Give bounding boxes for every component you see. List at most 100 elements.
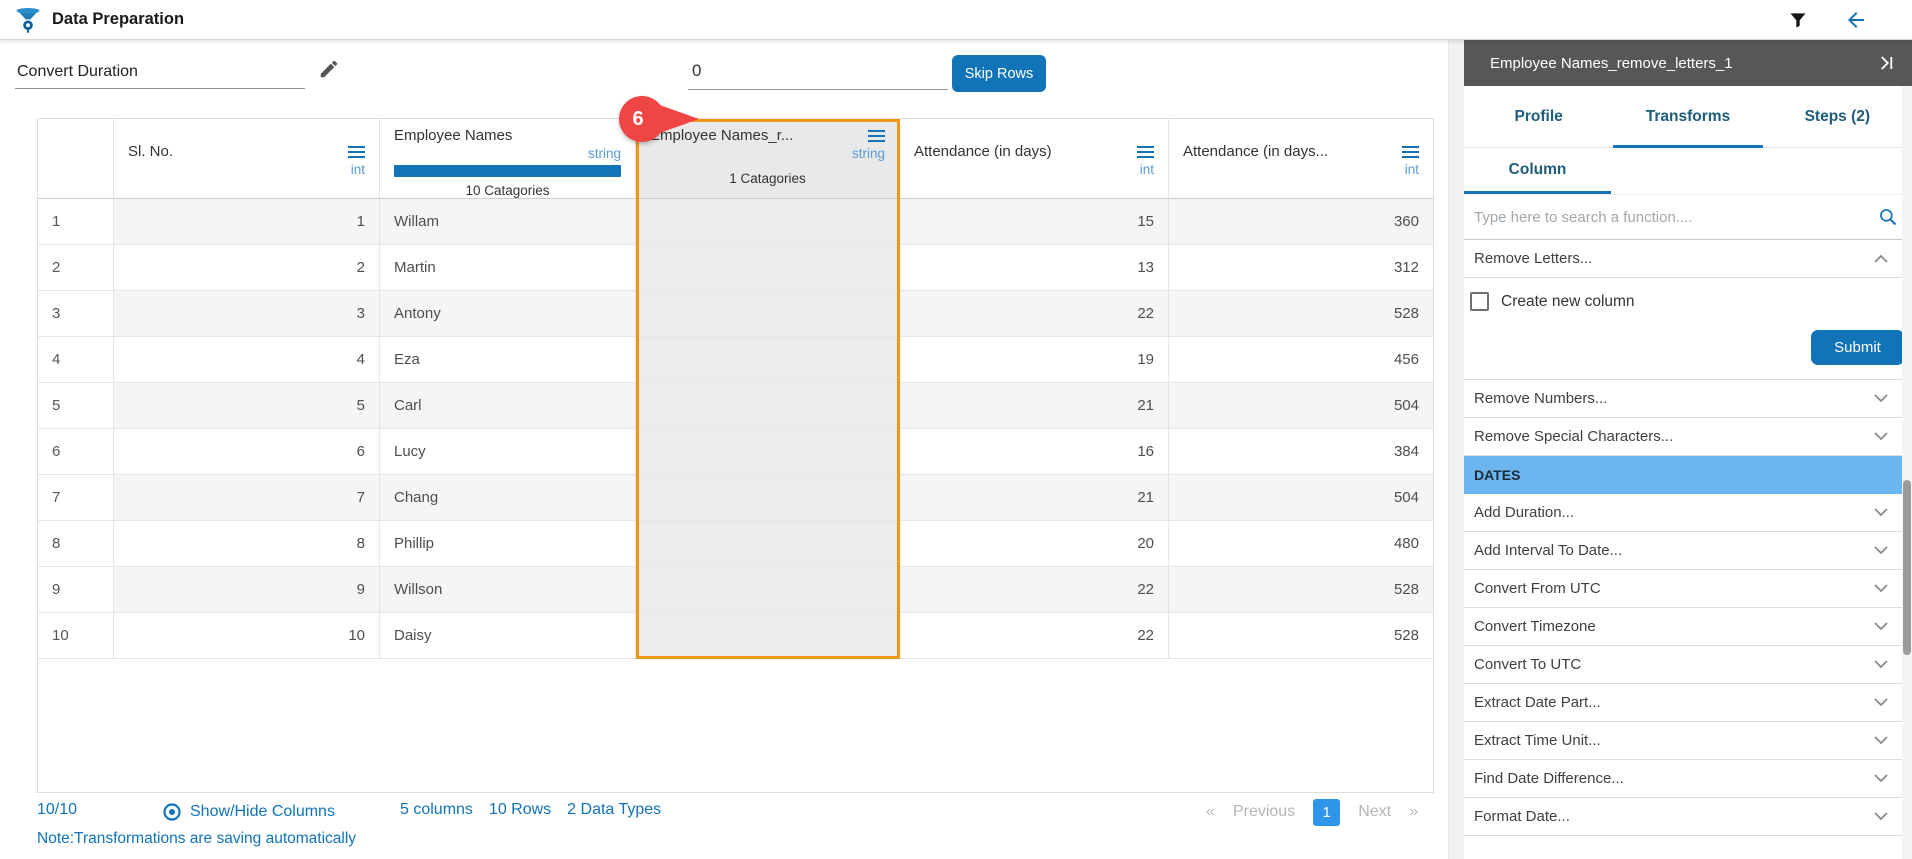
cell-attendance[interactable]: 21 bbox=[900, 383, 1169, 429]
cell-employee-name[interactable]: Chang bbox=[380, 475, 636, 521]
cell-sl-no[interactable]: 6 bbox=[114, 429, 380, 475]
pagination-page-1[interactable]: 1 bbox=[1313, 799, 1340, 826]
function-list-item[interactable]: Convert To UTC bbox=[1464, 646, 1912, 684]
cell-attendance-days[interactable]: 504 bbox=[1169, 475, 1433, 521]
cell-new-column[interactable] bbox=[636, 613, 900, 659]
cell-attendance-days[interactable]: 456 bbox=[1169, 337, 1433, 383]
skip-rows-input[interactable] bbox=[688, 53, 948, 90]
pagination-previous[interactable]: Previous bbox=[1233, 803, 1295, 821]
column-label: Sl. No. bbox=[128, 143, 173, 160]
function-search-input[interactable] bbox=[1474, 209, 1878, 226]
cell-attendance[interactable]: 16 bbox=[900, 429, 1169, 475]
function-remove-special-characters[interactable]: Remove Special Characters... bbox=[1464, 418, 1912, 456]
tab-steps[interactable]: Steps (2) bbox=[1763, 86, 1912, 147]
function-remove-letters[interactable]: Remove Letters... bbox=[1464, 240, 1912, 278]
tab-profile[interactable]: Profile bbox=[1464, 86, 1613, 147]
cell-employee-name[interactable]: Antony bbox=[380, 291, 636, 337]
back-arrow-icon[interactable] bbox=[1842, 6, 1870, 34]
cell-new-column[interactable] bbox=[636, 337, 900, 383]
cell-attendance[interactable]: 22 bbox=[900, 613, 1169, 659]
submit-button[interactable]: Submit bbox=[1811, 330, 1904, 365]
cell-employee-name[interactable]: Martin bbox=[380, 245, 636, 291]
function-label: Convert Timezone bbox=[1474, 618, 1596, 635]
cell-sl-no[interactable]: 9 bbox=[114, 567, 380, 613]
column-menu-icon[interactable] bbox=[1137, 146, 1154, 158]
cell-attendance[interactable]: 20 bbox=[900, 521, 1169, 567]
header-attendance-days[interactable]: Attendance (in days... int bbox=[1169, 119, 1433, 198]
cell-attendance-days[interactable]: 504 bbox=[1169, 383, 1433, 429]
cell-attendance-days[interactable]: 480 bbox=[1169, 521, 1433, 567]
pagination-prev-arrow[interactable]: « bbox=[1206, 803, 1215, 821]
function-remove-numbers[interactable]: Remove Numbers... bbox=[1464, 380, 1912, 418]
cell-attendance-days[interactable]: 384 bbox=[1169, 429, 1433, 475]
cell-attendance[interactable]: 22 bbox=[900, 291, 1169, 337]
cell-attendance[interactable]: 15 bbox=[900, 199, 1169, 245]
cell-employee-name[interactable]: Daisy bbox=[380, 613, 636, 659]
function-list-item[interactable]: Convert From UTC bbox=[1464, 570, 1912, 608]
function-list-item[interactable]: Add Duration... bbox=[1464, 494, 1912, 532]
cell-sl-no[interactable]: 5 bbox=[114, 383, 380, 429]
search-icon[interactable] bbox=[1878, 207, 1898, 227]
cell-sl-no[interactable]: 10 bbox=[114, 613, 380, 659]
function-list-item[interactable]: Extract Time Unit... bbox=[1464, 722, 1912, 760]
pagination-next-arrow[interactable]: » bbox=[1409, 803, 1418, 821]
column-menu-icon[interactable] bbox=[348, 146, 365, 158]
cell-sl-no[interactable]: 4 bbox=[114, 337, 380, 383]
cell-new-column[interactable] bbox=[636, 245, 900, 291]
filter-icon[interactable] bbox=[1784, 6, 1812, 34]
checkbox-unchecked-icon[interactable] bbox=[1470, 292, 1489, 311]
cell-new-column[interactable] bbox=[636, 199, 900, 245]
header-employee-names[interactable]: Employee Names string 10 Catagories bbox=[380, 119, 636, 198]
function-list-item[interactable]: Extract Date Part... bbox=[1464, 684, 1912, 722]
scrollbar-thumb[interactable] bbox=[1903, 480, 1911, 655]
header-attendance[interactable]: Attendance (in days) int bbox=[900, 119, 1169, 198]
cell-new-column[interactable] bbox=[636, 291, 900, 337]
skip-rows-button[interactable]: Skip Rows bbox=[952, 55, 1046, 92]
cell-attendance-days[interactable]: 528 bbox=[1169, 291, 1433, 337]
cell-attendance[interactable]: 21 bbox=[900, 475, 1169, 521]
cell-row-index: 1 bbox=[38, 199, 114, 245]
cell-new-column[interactable] bbox=[636, 567, 900, 613]
cell-new-column[interactable] bbox=[636, 429, 900, 475]
cell-employee-name[interactable]: Willson bbox=[380, 567, 636, 613]
function-list-item[interactable]: Convert Timezone bbox=[1464, 608, 1912, 646]
cell-sl-no[interactable]: 8 bbox=[114, 521, 380, 567]
tab-transforms[interactable]: Transforms bbox=[1613, 86, 1762, 147]
show-hide-columns-button[interactable]: Show/Hide Columns bbox=[162, 798, 335, 826]
cell-new-column[interactable] bbox=[636, 383, 900, 429]
cell-attendance-days[interactable]: 528 bbox=[1169, 613, 1433, 659]
category-dates-header[interactable]: DATES bbox=[1464, 456, 1912, 494]
cell-employee-name[interactable]: Eza bbox=[380, 337, 636, 383]
column-menu-icon[interactable] bbox=[1402, 146, 1419, 158]
table-row: 1 1 Willam 15 360 bbox=[38, 199, 1433, 245]
column-menu-icon[interactable] bbox=[868, 130, 885, 142]
cell-employee-name[interactable]: Phillip bbox=[380, 521, 636, 567]
cell-sl-no[interactable]: 7 bbox=[114, 475, 380, 521]
function-list-item[interactable]: Find Date Difference... bbox=[1464, 760, 1912, 798]
dataset-name-input[interactable] bbox=[15, 55, 305, 89]
pagination-next[interactable]: Next bbox=[1358, 803, 1391, 821]
cell-attendance-days[interactable]: 528 bbox=[1169, 567, 1433, 613]
cell-attendance-days[interactable]: 312 bbox=[1169, 245, 1433, 291]
cell-attendance[interactable]: 22 bbox=[900, 567, 1169, 613]
cell-sl-no[interactable]: 2 bbox=[114, 245, 380, 291]
cell-sl-no[interactable]: 1 bbox=[114, 199, 380, 245]
cell-attendance[interactable]: 13 bbox=[900, 245, 1169, 291]
subtab-column[interactable]: Column bbox=[1464, 148, 1611, 194]
cell-attendance-days[interactable]: 360 bbox=[1169, 199, 1433, 245]
function-list-item[interactable]: Add Interval To Date... bbox=[1464, 532, 1912, 570]
function-list-item[interactable]: Format Date... bbox=[1464, 798, 1912, 836]
collapse-panel-icon[interactable] bbox=[1878, 54, 1896, 72]
edit-pencil-icon[interactable] bbox=[318, 58, 340, 85]
cell-employee-name[interactable]: Willam bbox=[380, 199, 636, 245]
cell-employee-name[interactable]: Lucy bbox=[380, 429, 636, 475]
header-sl-no[interactable]: Sl. No. int bbox=[114, 119, 380, 198]
sidebar-scrollbar[interactable] bbox=[1902, 86, 1912, 859]
cell-new-column[interactable] bbox=[636, 521, 900, 567]
row-count-indicator: 10/10 bbox=[37, 801, 77, 819]
cell-employee-name[interactable]: Carl bbox=[380, 383, 636, 429]
create-new-column-option[interactable]: Create new column bbox=[1470, 292, 1635, 311]
cell-new-column[interactable] bbox=[636, 475, 900, 521]
cell-sl-no[interactable]: 3 bbox=[114, 291, 380, 337]
cell-attendance[interactable]: 19 bbox=[900, 337, 1169, 383]
